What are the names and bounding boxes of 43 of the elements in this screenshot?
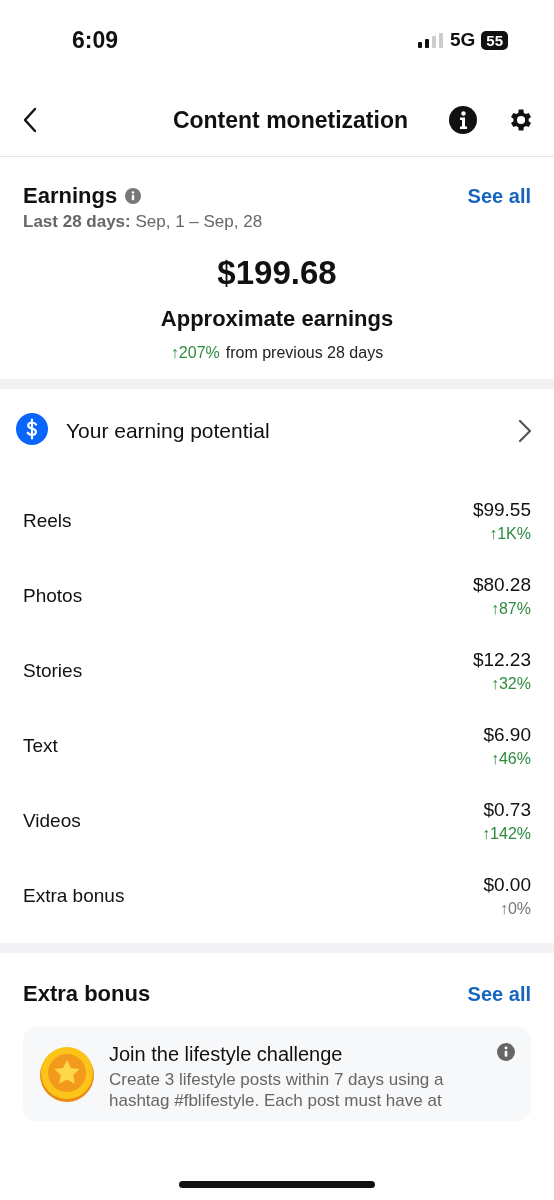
change-percent: ↑207%	[170, 344, 220, 362]
change-percent: ↑142%	[482, 824, 531, 843]
change-percent: ↑87%	[490, 599, 531, 618]
period-text: Last 28 days: Sep, 1 – Sep, 28	[23, 212, 264, 232]
category-amount: $12.23	[472, 648, 531, 671]
category-label: Text	[23, 734, 58, 757]
change-percent: ↑1K%	[489, 524, 531, 543]
category-amount: $0.00	[483, 873, 531, 896]
coin-star-icon	[39, 1046, 95, 1102]
info-icon	[125, 188, 142, 204]
category-label: Photos	[23, 584, 83, 607]
info-icon	[497, 1043, 515, 1061]
category-label: Videos	[23, 809, 81, 832]
earnings-caption: Approximate earnings	[159, 306, 395, 332]
earnings-amount: $199.68	[216, 254, 338, 292]
back-button[interactable]	[22, 107, 38, 133]
change-text: from previous 28 days	[225, 344, 384, 362]
card-description: Create 3 lifestyle posts within 7 days using a hashtag #fblifestyle. Each post must have at	[109, 1069, 445, 1111]
battery-indicator: 55	[481, 30, 508, 50]
section-title: Extra bonus	[23, 981, 151, 1007]
status-time: 6:09	[72, 26, 119, 54]
card-title: Join the lifestyle challenge	[109, 1043, 344, 1066]
category-label: Stories	[23, 659, 83, 682]
signal-icon	[417, 32, 444, 48]
row-title: Your earning potential	[66, 419, 271, 443]
page-title: Content monetization	[172, 106, 408, 134]
change-percent: ↑32%	[490, 674, 531, 693]
see-all-link[interactable]: See all	[467, 184, 531, 208]
change-percent: ↑46%	[490, 749, 531, 768]
category-amount: $0.73	[483, 798, 531, 821]
category-label: Extra bonus	[23, 884, 125, 907]
info-button[interactable]	[448, 105, 478, 135]
section-title: Earnings	[23, 183, 118, 209]
network-label: 5G	[449, 29, 476, 51]
chevron-icon	[518, 419, 532, 443]
earning-potential-row[interactable]: Your earning potential	[0, 389, 554, 473]
challenge-card[interactable]: Join the lifestyle challenge Create 3 lifestyle posts within 7 days using a hashtag #fblifestyle. Each post must have at	[23, 1027, 531, 1121]
category-amount: $99.55	[472, 498, 531, 521]
see-all-link[interactable]: See all	[467, 982, 531, 1006]
category-amount: $6.90	[483, 723, 531, 746]
category-amount: $80.28	[472, 573, 531, 596]
change-percent: ↑0%	[499, 899, 531, 918]
category-label: Reels	[23, 509, 72, 532]
